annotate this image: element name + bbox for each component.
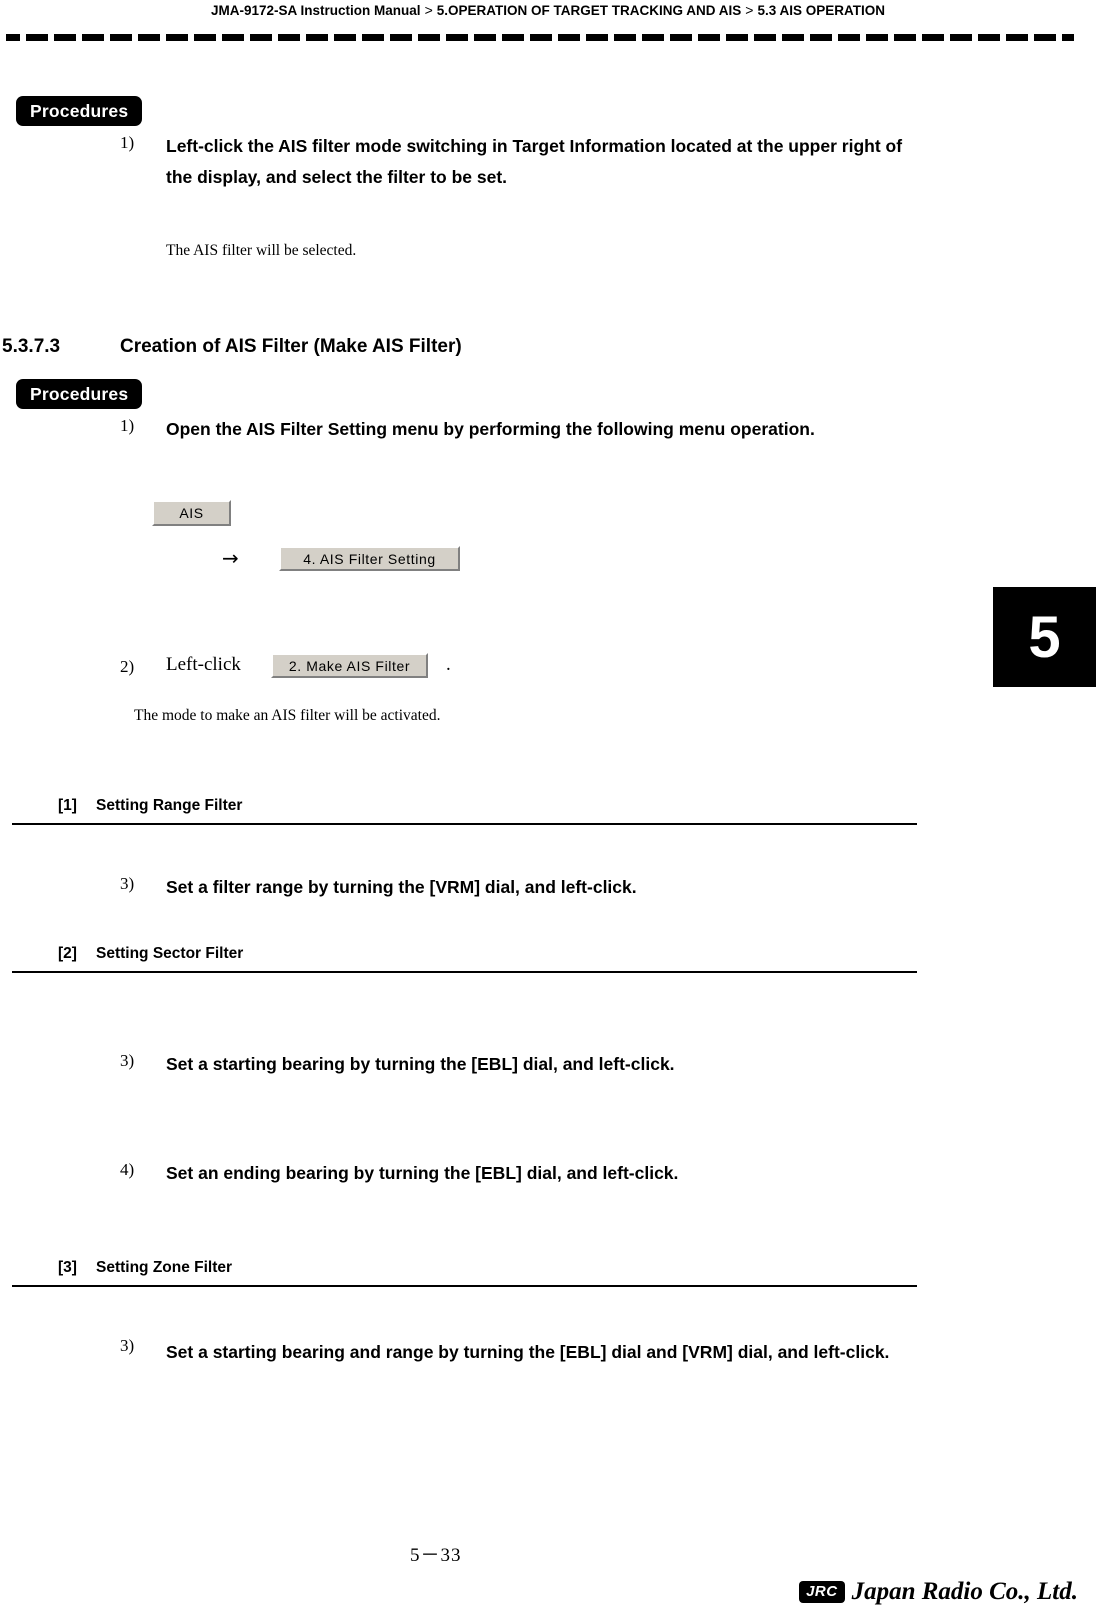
- rule-dash: [278, 34, 300, 41]
- header-text: JMA-9172-SA Instruction Manual >5.OPERATI…: [211, 0, 885, 21]
- block-3-rule: [12, 1285, 917, 1287]
- menu-button-ais-filter-setting[interactable]: 4. AIS Filter Setting: [279, 546, 460, 571]
- procedures-badge-1: Procedures: [16, 96, 143, 126]
- header-section: 5.3 AIS OPERATION: [757, 3, 885, 18]
- rule-dash: [166, 34, 188, 41]
- header-separator-1: >: [424, 2, 433, 18]
- block-2-step-text-2: Set an ending bearing by turning the [EB…: [166, 1163, 679, 1183]
- rule-dash: [670, 34, 692, 41]
- block-1-tag: [1]: [58, 797, 77, 814]
- menu-button-make-ais-filter[interactable]: 2. Make AIS Filter: [271, 653, 428, 678]
- rule-dash: [306, 34, 328, 41]
- step-3-number: 2): [120, 657, 135, 676]
- rule-dash: [26, 34, 48, 41]
- arrow-right-icon: →: [222, 546, 239, 570]
- rule-dash: [558, 34, 580, 41]
- step-1-text: Left-click the AIS filter mode switching…: [166, 136, 903, 187]
- rule-dash: [866, 34, 888, 41]
- block-2-tag: [2]: [58, 945, 77, 962]
- rule-dash: [614, 34, 636, 41]
- header-dashed-rule: [6, 34, 1091, 41]
- rule-dash: [54, 34, 76, 41]
- step-2-text: Open the AIS Filter Setting menu by perf…: [166, 419, 815, 439]
- rule-dash: [362, 34, 384, 41]
- rule-dash: [418, 34, 440, 41]
- rule-dash: [502, 34, 524, 41]
- step-3-prefix: Left-click: [166, 654, 241, 675]
- block-1-step-number: 3): [120, 874, 135, 893]
- rule-dash: [922, 34, 944, 41]
- jrc-logo: JRC Japan Radio Co., Ltd.: [799, 1578, 1078, 1606]
- step-3-suffix: .: [446, 654, 451, 675]
- rule-dash: [138, 34, 160, 41]
- block-2-step-number: 3): [120, 1051, 135, 1070]
- block-3-tag: [3]: [58, 1259, 77, 1276]
- rule-dash: [390, 34, 412, 41]
- step-2-number: 1): [120, 416, 135, 435]
- jrc-company-name: Japan Radio Co., Ltd.: [851, 1578, 1078, 1605]
- block-2-step-text: Set a starting bearing by turning the [E…: [166, 1054, 675, 1074]
- rule-dash: [334, 34, 356, 41]
- rule-dash: [110, 34, 132, 41]
- rule-dash: [782, 34, 804, 41]
- menu-button-ais[interactable]: AIS: [152, 500, 231, 526]
- page-number: 5－33: [410, 1545, 462, 1566]
- rule-dash: [586, 34, 608, 41]
- rule-dash: [726, 34, 748, 41]
- rule-dash: [754, 34, 776, 41]
- block-3-title: Setting Zone Filter: [96, 1259, 233, 1276]
- rule-dash: [82, 34, 104, 41]
- block-1-step-text: Set a filter range by turning the [VRM] …: [166, 877, 637, 897]
- header-separator-2: >: [745, 2, 754, 18]
- rule-dash: [698, 34, 720, 41]
- block-2-step-number-2: 4): [120, 1160, 135, 1179]
- jrc-logo-box: JRC: [799, 1581, 845, 1603]
- section-heading-title: Creation of AIS Filter (Make AIS Filter): [120, 336, 462, 357]
- step-1-number: 1): [120, 133, 135, 152]
- block-3-step-text: Set a starting bearing and range by turn…: [166, 1342, 890, 1362]
- procedures-badge-2: Procedures: [16, 379, 143, 409]
- block-1-title: Setting Range Filter: [96, 797, 243, 814]
- rule-dash: [838, 34, 860, 41]
- rule-dash: [530, 34, 552, 41]
- rule-dash: [1006, 34, 1028, 41]
- rule-dash: [1034, 34, 1056, 41]
- step-1-note: The AIS filter will be selected.: [166, 242, 357, 259]
- header-chapter: 5.OPERATION OF TARGET TRACKING AND AIS: [436, 3, 742, 18]
- block-1-rule: [12, 823, 917, 825]
- rule-dash: [642, 34, 664, 41]
- section-heading-number: 5.3.7.3: [2, 336, 61, 357]
- header-manual: JMA-9172-SA Instruction Manual: [211, 3, 421, 18]
- page-header: JMA-9172-SA Instruction Manual >5.OPERATI…: [0, 0, 1096, 22]
- rule-dash: [978, 34, 1000, 41]
- rule-dash: [222, 34, 244, 41]
- rule-dash: [894, 34, 916, 41]
- chapter-tab: 5: [993, 587, 1096, 687]
- block-3-step-number: 3): [120, 1336, 135, 1355]
- step-3-note: The mode to make an AIS filter will be a…: [134, 707, 441, 724]
- rule-dash: [810, 34, 832, 41]
- rule-dash: [250, 34, 272, 41]
- rule-dash: [474, 34, 496, 41]
- rule-dash: [6, 34, 20, 41]
- rule-dash: [194, 34, 216, 41]
- rule-dash: [446, 34, 468, 41]
- block-2-title: Setting Sector Filter: [96, 945, 244, 962]
- rule-dash: [950, 34, 972, 41]
- rule-dash: [1062, 34, 1074, 41]
- block-2-rule: [12, 971, 917, 973]
